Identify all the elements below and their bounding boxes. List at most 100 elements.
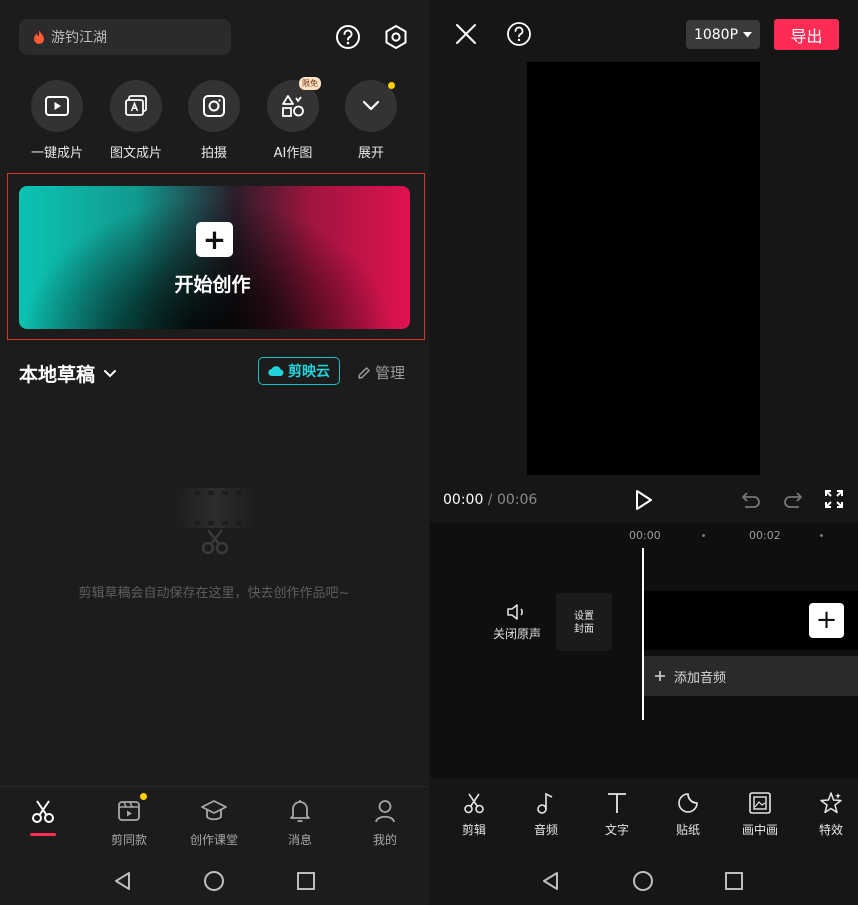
nav-back-icon[interactable] <box>540 870 562 892</box>
tab-label: 创作课堂 <box>189 833 238 847</box>
chevron-down-icon <box>345 80 397 132</box>
cover-label-line1: 设置 <box>574 611 594 622</box>
add-clip-button[interactable]: + <box>809 603 844 638</box>
redo-icon[interactable] <box>782 490 804 510</box>
cover-label-line2: 封面 <box>574 624 594 635</box>
cloud-label: 剪映云 <box>288 364 330 380</box>
quick-action-label: 一键成片 <box>30 146 83 161</box>
nav-home-icon[interactable] <box>632 870 654 892</box>
resolution-dropdown[interactable]: 1080P <box>686 20 760 49</box>
tool-label: 画中画 <box>741 823 778 837</box>
quick-action-label: 拍摄 <box>200 146 227 161</box>
tool-audio[interactable]: 音频 <box>514 788 578 838</box>
text-icon <box>585 788 649 818</box>
pencil-icon <box>357 366 371 380</box>
empty-drafts-message: 剪辑草稿会自动保存在这里，快去创作作品吧~ <box>78 586 350 601</box>
search-bar[interactable]: 游钓江湖 <box>19 19 231 55</box>
undo-icon[interactable] <box>740 490 762 510</box>
quick-action-label: 展开 <box>357 146 384 161</box>
total-time: 00:06 <box>496 492 538 508</box>
nav-home-icon[interactable] <box>203 870 225 892</box>
tab-messages[interactable]: 消息 <box>260 797 340 848</box>
quick-action-ai-image[interactable]: 限免 AI作图 <box>264 77 322 161</box>
tool-text[interactable]: 文字 <box>585 788 649 838</box>
quick-action-camera[interactable]: 拍摄 <box>185 80 243 161</box>
editor-panel: 1080P 导出 00:00 / 00:06 00:00 00:02 关闭原声 … <box>430 0 858 905</box>
active-tab-indicator <box>30 833 56 836</box>
limited-free-badge: 限免 <box>299 77 321 90</box>
close-icon[interactable] <box>454 22 478 46</box>
plus-icon: + <box>196 222 233 257</box>
quick-action-expand[interactable]: 展开 <box>342 80 400 161</box>
caret-down-icon <box>743 31 753 38</box>
search-text: 游钓江湖 <box>51 30 107 46</box>
playback-time: 00:00 / 00:06 <box>443 492 537 508</box>
tool-label: 特效 <box>818 823 843 837</box>
mute-original-audio-button[interactable]: 关闭原声 <box>485 603 549 642</box>
scissors-icon <box>3 797 83 825</box>
local-drafts-dropdown[interactable]: 本地草稿 <box>19 360 117 387</box>
plus-icon <box>654 670 666 682</box>
bell-icon <box>260 797 340 825</box>
person-icon <box>345 797 425 825</box>
tab-profile[interactable]: 我的 <box>345 797 425 848</box>
cloud-button[interactable]: 剪映云 <box>258 357 340 385</box>
tool-label: 贴纸 <box>675 823 700 837</box>
add-audio-label: 添加音频 <box>674 670 727 686</box>
timeline[interactable]: 00:00 00:02 关闭原声 设置 封面 + 添加音频 <box>430 523 858 778</box>
tab-label: 消息 <box>287 833 312 847</box>
empty-drafts-film-icon <box>170 486 260 556</box>
playhead[interactable] <box>642 548 644 720</box>
quick-action-label: 图文成片 <box>109 146 162 161</box>
nav-recents-icon[interactable] <box>723 870 745 892</box>
play-icon[interactable] <box>634 489 654 511</box>
cloud-icon <box>268 365 284 377</box>
scissors-icon <box>442 788 506 818</box>
nav-back-icon[interactable] <box>112 870 134 892</box>
tab-edit[interactable] <box>3 797 83 836</box>
quick-action-one-click[interactable]: 一键成片 <box>28 80 86 161</box>
quick-action-label: AI作图 <box>273 146 313 161</box>
nav-recents-icon[interactable] <box>295 870 317 892</box>
help-icon[interactable] <box>334 23 362 51</box>
quick-action-image-text[interactable]: 图文成片 <box>107 80 165 161</box>
effects-star-icon <box>799 788 858 818</box>
play-square-icon <box>31 80 83 132</box>
tool-effects[interactable]: 特效 <box>799 788 858 838</box>
current-time: 00:00 <box>443 492 484 508</box>
tool-sticker[interactable]: 贴纸 <box>656 788 720 838</box>
tab-creator-class[interactable]: 创作课堂 <box>174 797 254 848</box>
picture-in-picture-icon <box>728 788 792 818</box>
bottom-tab-bar: 剪同款 创作课堂 消息 我的 <box>0 786 428 848</box>
tick-dot <box>702 534 705 537</box>
settings-icon[interactable] <box>382 23 410 51</box>
add-audio-track[interactable]: 添加音频 <box>644 656 858 696</box>
sticker-icon <box>656 788 720 818</box>
time-separator: / <box>483 492 497 508</box>
tool-picture-in-picture[interactable]: 画中画 <box>728 788 792 838</box>
fullscreen-icon[interactable] <box>824 489 844 509</box>
video-preview[interactable] <box>527 62 760 475</box>
tab-label: 剪同款 <box>110 833 147 847</box>
manage-button[interactable]: 管理 <box>357 362 405 383</box>
graduation-cap-icon <box>174 797 254 825</box>
export-button[interactable]: 导出 <box>774 19 839 50</box>
set-cover-button[interactable]: 设置 封面 <box>556 593 612 651</box>
tick-label: 00:00 <box>629 529 661 542</box>
tab-templates[interactable]: 剪同款 <box>89 793 169 848</box>
home-panel: 游钓江湖 一键成片 图文成片 拍摄 限免 AI作图 展开 + 开始创作 本地草稿… <box>0 0 428 905</box>
speaker-icon <box>485 603 549 621</box>
start-creating-card[interactable]: + 开始创作 <box>19 186 410 329</box>
ai-image-icon: 限免 <box>267 77 321 132</box>
tool-edit[interactable]: 剪辑 <box>442 788 506 838</box>
tab-label: 我的 <box>372 833 397 847</box>
edit-toolbar: 剪辑 音频 文字 贴纸 画中画 特效 <box>430 788 858 848</box>
local-drafts-title: 本地草稿 <box>19 364 96 386</box>
help-icon[interactable] <box>506 21 532 47</box>
start-creating-label: 开始创作 <box>174 274 251 296</box>
notification-dot <box>388 82 395 89</box>
tool-label: 剪辑 <box>461 823 486 837</box>
tool-label: 音频 <box>533 823 558 837</box>
music-note-icon <box>514 788 578 818</box>
tick-dot <box>820 534 823 537</box>
